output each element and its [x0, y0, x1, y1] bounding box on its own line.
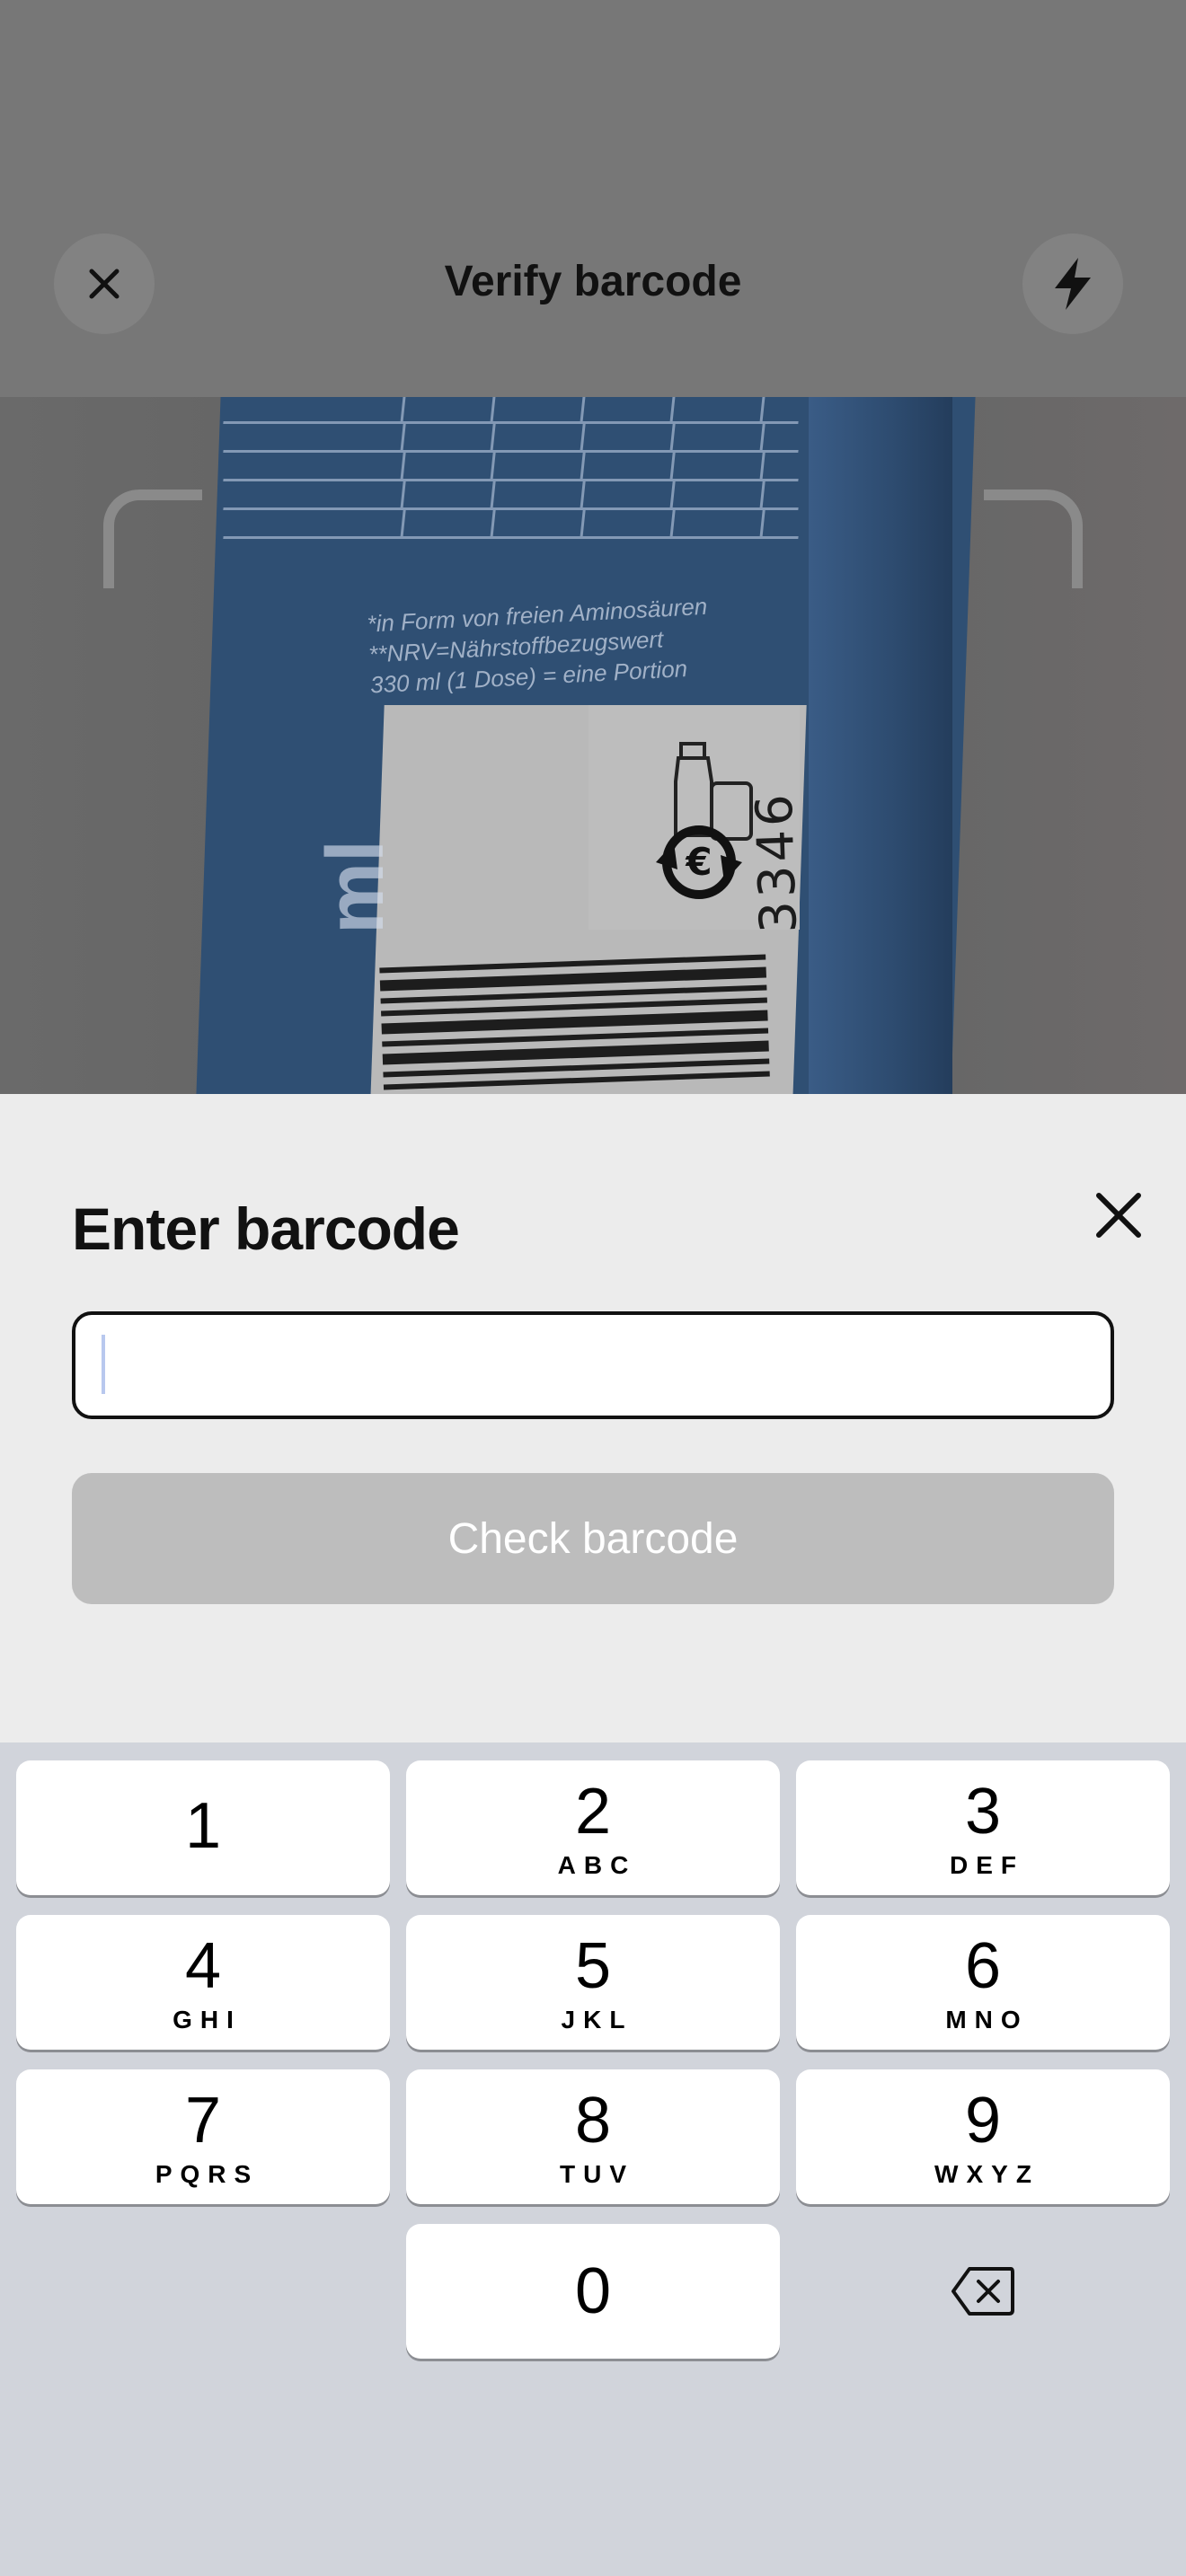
- key-7[interactable]: 7 PQRS: [16, 2069, 390, 2204]
- key-letters: DEF: [950, 1851, 1024, 1879]
- scan-frame-corner: [103, 490, 202, 588]
- key-9[interactable]: 9 WXYZ: [796, 2069, 1170, 2204]
- can-side-text: ml: [311, 839, 401, 934]
- key-letters: TUV: [560, 2160, 634, 2188]
- barcode-digits: 3346: [745, 790, 809, 934]
- top-bar: Verify barcode: [0, 0, 1186, 397]
- key-digit: 4: [184, 1930, 222, 2002]
- key-digit: 6: [964, 1930, 1002, 2002]
- key-letters: WXYZ: [934, 2160, 1040, 2188]
- scan-frame-corner: [984, 490, 1083, 588]
- sheet-title: Enter barcode: [72, 1195, 460, 1262]
- key-letters: GHI: [173, 2006, 242, 2033]
- key-5[interactable]: 5 JKL: [406, 1915, 780, 2050]
- key-8[interactable]: 8 TUV: [406, 2069, 780, 2204]
- numeric-keypad: 1 2 ABC 3 DEF 4 GHI 5 JKL 6 MNO 7 PQRS 8…: [0, 1742, 1186, 2576]
- sheet-close-button[interactable]: [1087, 1184, 1150, 1247]
- flash-icon: [1055, 258, 1091, 310]
- key-2[interactable]: 2 ABC: [406, 1760, 780, 1895]
- key-digit: 8: [574, 2085, 612, 2157]
- enter-barcode-sheet: Enter barcode Check barcode: [0, 1094, 1186, 1742]
- key-digit: 1: [184, 1790, 222, 1862]
- key-digit: 7: [184, 2085, 222, 2157]
- barcode-stripes: [379, 954, 770, 1094]
- key-digit: 3: [964, 1776, 1002, 1848]
- svg-text:€: €: [685, 840, 712, 884]
- flash-button[interactable]: [1022, 234, 1123, 334]
- key-letters: PQRS: [155, 2160, 260, 2188]
- key-6[interactable]: 6 MNO: [796, 1915, 1170, 2050]
- barcode-input[interactable]: [72, 1311, 1114, 1419]
- key-4[interactable]: 4 GHI: [16, 1915, 390, 2050]
- key-letters: JKL: [561, 2006, 633, 2033]
- text-caret: [102, 1335, 105, 1394]
- key-digit: 0: [574, 2255, 612, 2327]
- page-title: Verify barcode: [444, 258, 742, 305]
- key-digit: 2: [574, 1776, 612, 1848]
- key-letters: ABC: [557, 1851, 637, 1879]
- key-digit: 5: [574, 1930, 612, 2002]
- key-0[interactable]: 0: [406, 2224, 780, 2359]
- key-letters: MNO: [945, 2006, 1029, 2033]
- check-barcode-button[interactable]: Check barcode: [72, 1473, 1114, 1604]
- key-digit: 9: [964, 2085, 1002, 2157]
- key-1[interactable]: 1: [16, 1760, 390, 1895]
- nutrition-table: [223, 395, 801, 611]
- can-edge: [809, 341, 952, 1094]
- backspace-icon: [951, 2267, 1014, 2316]
- backspace-key[interactable]: [796, 2224, 1170, 2359]
- key-3[interactable]: 3 DEF: [796, 1760, 1170, 1895]
- close-icon: [1096, 1193, 1141, 1238]
